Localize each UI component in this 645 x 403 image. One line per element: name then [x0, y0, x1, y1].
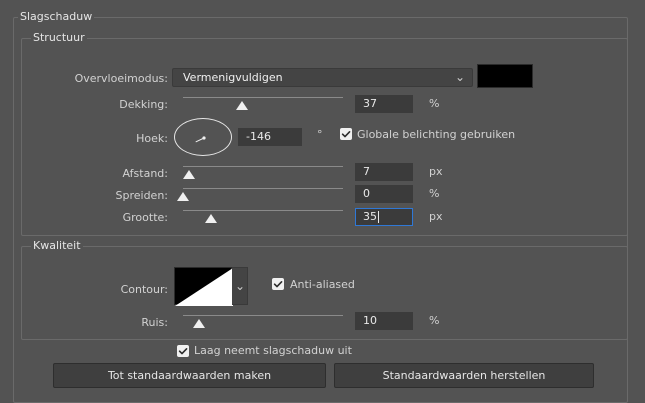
blend-mode-value: Vermenigvuldigen	[183, 71, 283, 84]
checkbox-checked-icon	[178, 348, 188, 355]
noise-slider-thumb[interactable]	[193, 319, 205, 328]
angle-dial-icon	[195, 136, 206, 143]
chevron-down-icon: ⌄	[235, 279, 246, 293]
opacity-input-value: 37	[363, 97, 377, 110]
layer-knocks-out-label: Laag neemt slagschaduw uit	[194, 344, 352, 357]
distance-unit: px	[429, 165, 443, 178]
distance-slider-thumb[interactable]	[182, 170, 195, 179]
dialog: Slagschaduw Structuur Overvloeimodus: Ve…	[5, 3, 638, 403]
size-label: Grootte:	[122, 211, 168, 224]
shadow-color-swatch[interactable]	[477, 64, 533, 88]
noise-label: Ruis:	[141, 316, 168, 329]
slagschaduw-group-title: Slagschaduw	[18, 10, 95, 23]
size-slider-thumb[interactable]	[205, 214, 217, 223]
angle-input[interactable]: -146	[238, 128, 302, 146]
size-input-value: 35	[363, 210, 377, 223]
contour-dropdown[interactable]: ⌄	[232, 267, 248, 305]
noise-input-value: 10	[363, 314, 377, 327]
angle-input-value: -146	[246, 130, 271, 143]
kwaliteit-group-title: Kwaliteit	[31, 239, 83, 252]
chevron-down-icon: ⌄	[454, 70, 465, 84]
checkbox-checked-icon	[273, 281, 283, 288]
distance-label: Afstand:	[122, 167, 168, 180]
distance-slider[interactable]	[182, 164, 343, 179]
size-unit: px	[429, 210, 443, 223]
contour-preview[interactable]	[174, 267, 233, 306]
size-slider-track	[183, 210, 343, 211]
distance-input[interactable]: 7	[355, 163, 413, 181]
checkbox-checked-icon	[341, 131, 351, 138]
angle-unit: °	[317, 128, 323, 141]
spread-slider-thumb[interactable]	[177, 192, 189, 201]
noise-input[interactable]: 10	[355, 312, 413, 330]
opacity-slider[interactable]	[183, 95, 343, 110]
size-slider[interactable]	[183, 208, 343, 223]
anti-aliased-label: Anti-aliased	[290, 278, 355, 291]
opacity-slider-thumb[interactable]	[236, 101, 249, 110]
angle-label: Hoek:	[136, 132, 168, 145]
drop-shadow-panel: Slagschaduw Structuur Overvloeimodus: Ve…	[7, 7, 632, 403]
noise-slider-track	[183, 315, 343, 316]
spread-label: Spreiden:	[115, 189, 169, 202]
opacity-unit: %	[429, 97, 440, 110]
text-cursor	[378, 211, 379, 223]
blend-mode-label: Overvloeimodus:	[74, 72, 168, 85]
spread-slider-track	[183, 188, 343, 189]
spread-input-value: 0	[363, 187, 370, 200]
spread-unit: %	[429, 187, 440, 200]
distance-input-value: 7	[363, 165, 370, 178]
opacity-label: Dekking:	[119, 98, 168, 111]
noise-slider[interactable]	[183, 313, 343, 328]
noise-unit: %	[429, 314, 440, 327]
opacity-slider-track	[183, 97, 343, 98]
spread-input[interactable]: 0	[355, 185, 413, 203]
spread-slider[interactable]	[177, 186, 343, 201]
anti-aliased-checkbox[interactable]	[272, 278, 284, 290]
contour-preview-icon	[175, 268, 233, 306]
global-light-label: Globale belichting gebruiken	[357, 128, 516, 141]
layer-knocks-out-checkbox[interactable]	[177, 345, 189, 357]
blend-mode-dropdown[interactable]: Vermenigvuldigen ⌄	[172, 68, 473, 87]
reset-default-button[interactable]: Standaardwaarden herstellen	[334, 363, 594, 388]
distance-slider-track	[183, 166, 343, 167]
structuur-group-title: Structuur	[31, 31, 87, 44]
size-input[interactable]: 35	[355, 208, 413, 226]
angle-dial[interactable]	[174, 118, 232, 156]
global-light-checkbox[interactable]	[340, 128, 352, 140]
opacity-input[interactable]: 37	[355, 95, 413, 113]
make-default-button[interactable]: Tot standaardwaarden maken	[53, 363, 326, 388]
contour-label: Contour:	[120, 283, 168, 296]
